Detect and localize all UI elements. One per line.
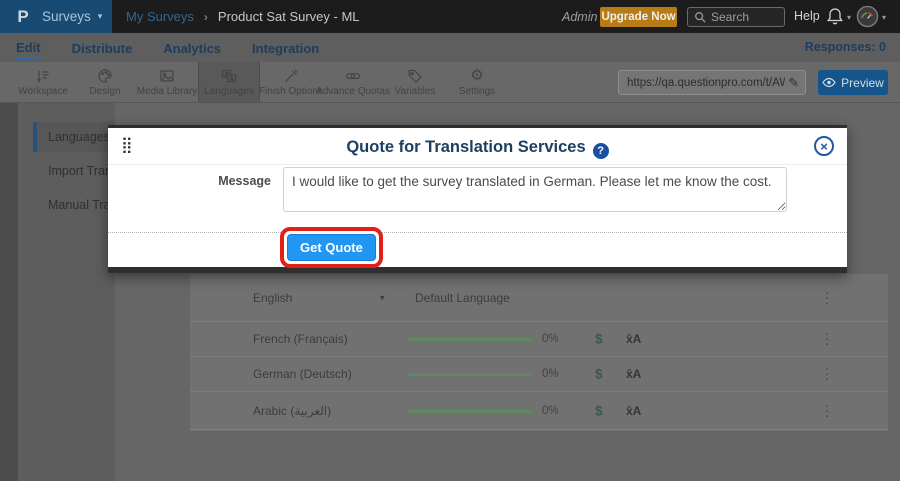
default-language-badge: Default Language <box>415 291 510 305</box>
translation-progress-bar <box>408 338 533 341</box>
account-avatar-icon[interactable] <box>856 5 879 28</box>
search-icon <box>694 11 706 23</box>
top-header: P Surveys ▾ My Surveys › Product Sat Sur… <box>0 0 900 33</box>
design-palette-icon <box>97 68 113 84</box>
row-menu-icon[interactable]: ⋮ <box>820 331 834 348</box>
edit-toolbar: Workspace Design Media Library Languages… <box>0 62 900 103</box>
edit-url-pencil-icon[interactable]: ✎ <box>788 75 805 91</box>
upgrade-now-button[interactable]: Upgrade Now <box>600 7 677 27</box>
avatar-caret-icon[interactable]: ▾ <box>882 13 886 22</box>
languages-sidebar: Languages Import Tran Manual Tran <box>18 103 115 481</box>
sidebar-item-import-translation[interactable]: Import Tran <box>33 156 115 186</box>
toolbar-item-advance-quotas[interactable]: Advance Quotas <box>322 62 384 102</box>
table-row-french: French (Français) 0% $ x̄A ⋮ <box>190 322 888 357</box>
product-menu-label: Surveys <box>42 9 91 24</box>
translate-icon[interactable]: x̄A <box>626 404 641 418</box>
global-search[interactable] <box>687 7 785 27</box>
toolbar-item-finish-options[interactable]: Finish Options <box>260 62 322 102</box>
help-icon[interactable]: ? <box>593 143 609 159</box>
eye-icon <box>822 77 836 88</box>
table-row-arabic: Arabic (العربية) 0% $ x̄A ⋮ <box>190 392 888 430</box>
quote-dollar-icon[interactable]: $ <box>595 403 603 418</box>
gear-icon: ⚙ <box>470 68 483 84</box>
toolbar-item-variables[interactable]: Variables <box>384 62 446 102</box>
chevron-down-icon[interactable]: ▾ <box>380 292 385 303</box>
questionpro-app: P Surveys ▾ My Surveys › Product Sat Sur… <box>0 0 900 481</box>
preview-button[interactable]: Preview <box>818 70 888 95</box>
toolbar-item-media-library[interactable]: Media Library <box>136 62 198 102</box>
survey-nav-tabs: Edit Distribute Analytics Integration <box>0 33 900 62</box>
sidebar-item-languages[interactable]: Languages <box>33 122 115 152</box>
breadcrumb-my-surveys[interactable]: My Surveys <box>126 9 194 24</box>
message-textarea[interactable]: I would like to get the survey translate… <box>283 167 787 212</box>
language-name: English <box>253 291 292 305</box>
modal-title: Quote for Translation Services? <box>108 128 847 159</box>
message-label: Message <box>213 174 271 188</box>
tab-analytics[interactable]: Analytics <box>162 37 222 58</box>
row-menu-icon[interactable]: ⋮ <box>820 289 834 306</box>
bell-caret-icon[interactable]: ▾ <box>847 13 851 22</box>
chevron-down-icon: ▾ <box>98 11 103 22</box>
breadcrumb: My Surveys › Product Sat Survey - ML <box>126 0 360 33</box>
tab-distribute[interactable]: Distribute <box>71 37 134 58</box>
row-menu-icon[interactable]: ⋮ <box>820 402 834 419</box>
toolbar-items: Workspace Design Media Library Languages… <box>12 62 508 102</box>
modal-title-text: Quote for Translation Services <box>346 138 585 156</box>
language-name: French (Français) <box>253 332 348 346</box>
quote-dollar-icon[interactable]: $ <box>595 332 603 347</box>
footer-divider <box>108 232 847 233</box>
breadcrumb-separator-icon: › <box>204 10 208 24</box>
chain-link-icon <box>345 68 361 84</box>
languages-table: English ▾ Default Language ⋮ French (Fra… <box>190 274 888 431</box>
progress-percent: 0% <box>542 368 559 380</box>
language-name: German (Deutsch) <box>253 367 352 381</box>
toolbar-item-settings[interactable]: ⚙ Settings <box>446 62 508 102</box>
modal-header: ⣿ Quote for Translation Services? × <box>108 128 847 165</box>
translation-progress-bar <box>408 373 533 376</box>
quote-translation-modal: ⣿ Quote for Translation Services? × Mess… <box>108 125 847 273</box>
translate-icon[interactable]: x̄A <box>626 367 641 381</box>
red-highlight-annotation: Get Quote <box>280 227 383 268</box>
responses-count: Responses: 0 <box>805 40 886 54</box>
media-image-icon <box>159 68 175 84</box>
close-icon[interactable]: × <box>814 136 834 156</box>
preview-label: Preview <box>841 76 884 90</box>
help-link[interactable]: Help <box>794 9 820 23</box>
translate-icon[interactable]: x̄A <box>626 332 641 346</box>
quote-dollar-icon[interactable]: $ <box>595 367 603 382</box>
translation-progress-bar <box>408 410 533 413</box>
toolbar-item-workspace[interactable]: Workspace <box>12 62 74 102</box>
drag-handle-icon[interactable]: ⣿ <box>121 135 133 155</box>
survey-url-input[interactable] <box>619 77 788 89</box>
toolbar-item-languages[interactable]: Languages <box>198 62 260 102</box>
survey-url-box: ✎ <box>618 70 806 95</box>
languages-translate-icon <box>221 68 237 84</box>
tab-integration[interactable]: Integration <box>251 37 320 58</box>
table-row-default-language: English ▾ Default Language ⋮ <box>190 274 888 322</box>
magic-wand-icon <box>283 68 299 84</box>
breadcrumb-survey-title: Product Sat Survey - ML <box>218 9 360 24</box>
tag-icon <box>407 68 423 84</box>
table-row-german: German (Deutsch) 0% $ x̄A ⋮ <box>190 357 888 392</box>
row-menu-icon[interactable]: ⋮ <box>820 366 834 383</box>
notifications-bell-icon[interactable] <box>826 7 844 26</box>
admin-label: Admin <box>562 10 597 24</box>
questionpro-logo-icon: P <box>13 7 33 27</box>
progress-percent: 0% <box>542 333 559 345</box>
tab-edit[interactable]: Edit <box>15 36 42 59</box>
left-rail <box>0 103 18 481</box>
get-quote-button[interactable]: Get Quote <box>287 234 376 261</box>
search-input[interactable] <box>711 10 778 24</box>
language-name: Arabic (العربية) <box>253 404 331 418</box>
product-menu[interactable]: P Surveys ▾ <box>0 0 112 33</box>
workspace-icon <box>35 68 51 84</box>
progress-percent: 0% <box>542 405 559 417</box>
toolbar-item-design[interactable]: Design <box>74 62 136 102</box>
sidebar-item-manual-translation[interactable]: Manual Tran <box>33 190 115 220</box>
